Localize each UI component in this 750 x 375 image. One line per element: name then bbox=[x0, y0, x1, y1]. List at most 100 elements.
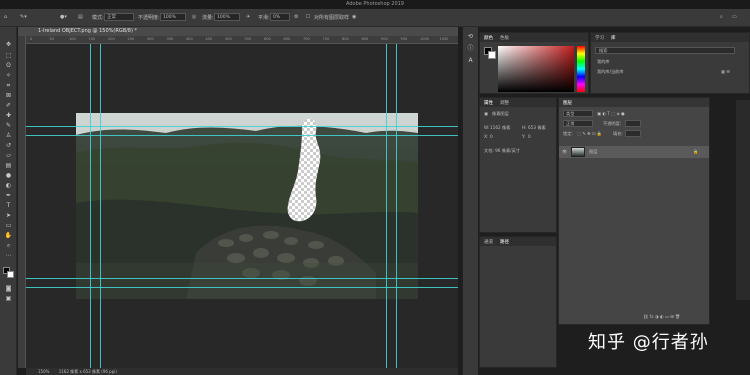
w-value[interactable]: 1162 像素 bbox=[490, 125, 510, 131]
guide-vertical[interactable] bbox=[100, 44, 101, 368]
more-tools-icon[interactable]: ⋯ bbox=[4, 252, 13, 259]
lock-icons[interactable]: ⬚ ✎ ✥ ⊡ 🔒 bbox=[577, 131, 602, 137]
dodge-tool-icon[interactable]: ◐ bbox=[4, 182, 13, 189]
tab-libraries[interactable]: 库 bbox=[611, 35, 616, 41]
zoom-level[interactable]: 150% bbox=[38, 369, 49, 374]
workspace-icon[interactable]: ▭ bbox=[732, 14, 737, 20]
tab-paths[interactable]: 路径 bbox=[500, 239, 509, 245]
layer-row[interactable]: 👁 图层 🔒 bbox=[559, 146, 709, 158]
color-panel: 颜色 色板 bbox=[479, 32, 589, 94]
eraser-tool-icon[interactable]: ▱ bbox=[4, 152, 13, 159]
pen-tool-icon[interactable]: ✒ bbox=[4, 192, 13, 199]
pressure-opacity-icon[interactable]: ◎ bbox=[192, 14, 196, 20]
fill-input[interactable] bbox=[625, 130, 641, 137]
tab-swatches[interactable]: 色板 bbox=[500, 35, 509, 41]
smooth-options-icon[interactable]: ⚙ bbox=[294, 14, 298, 20]
lasso-tool-icon[interactable]: ʘ bbox=[4, 62, 13, 69]
search-icon[interactable]: ⌕ bbox=[720, 14, 723, 20]
brush-preset-icon[interactable]: ●▾ bbox=[60, 14, 67, 20]
character-icon[interactable]: A bbox=[466, 57, 475, 64]
pressure-size-icon[interactable]: ◉ bbox=[352, 14, 356, 20]
layers-panel-title[interactable]: 图层 bbox=[563, 100, 572, 106]
crop-tool-icon[interactable]: ⌗ bbox=[4, 82, 13, 89]
flow-input[interactable]: 100% bbox=[214, 13, 240, 21]
properties-panel: 属性 调整 ▣ 像素图层 W: 1162 像素 H: 653 像素 X: 0 Y… bbox=[479, 97, 557, 233]
screen-mode-icon[interactable]: ▣ bbox=[4, 295, 13, 302]
vertical-ruler[interactable] bbox=[18, 36, 26, 368]
frame-tool-icon[interactable]: ⊠ bbox=[4, 92, 13, 99]
x-value[interactable]: 0 bbox=[490, 134, 493, 139]
guide-horizontal[interactable] bbox=[26, 287, 458, 288]
ruler-tick-label: 750 bbox=[322, 37, 330, 41]
layer-filter-icons[interactable]: ▣ ◐ T ⬚ ◈ ● bbox=[597, 111, 625, 116]
layer-name[interactable]: 图层 bbox=[589, 149, 597, 155]
ruler-tick-label: 1000 bbox=[420, 37, 429, 41]
eyedropper-tool-icon[interactable]: ✐ bbox=[4, 102, 13, 109]
ruler-tick-label: 400 bbox=[186, 37, 193, 41]
h-value[interactable]: 653 像素 bbox=[528, 125, 546, 131]
airbrush-icon[interactable]: ✈ bbox=[246, 14, 250, 20]
ruler-tick-label: 50 bbox=[49, 37, 54, 41]
ruler-tick-label: 950 bbox=[400, 37, 408, 41]
collapsed-panel-dock: ⟲ ⓘ A bbox=[462, 27, 478, 375]
tab-channels[interactable]: 通道 bbox=[484, 239, 493, 245]
guide-horizontal[interactable] bbox=[26, 135, 458, 136]
tab-learn[interactable]: 学习 bbox=[595, 35, 604, 41]
bg-color-swatch[interactable] bbox=[488, 51, 496, 59]
history-icon[interactable]: ⟲ bbox=[466, 33, 475, 40]
layer-opacity-label: 不透明度: bbox=[603, 121, 622, 126]
document-info[interactable]: 1162 像素 x 653 像素 (96 ppi) bbox=[59, 369, 117, 374]
guide-vertical[interactable] bbox=[90, 44, 91, 368]
guide-vertical[interactable] bbox=[396, 44, 397, 368]
hue-slider[interactable] bbox=[577, 46, 585, 92]
canvas-image[interactable] bbox=[76, 113, 418, 299]
sample-all-checkbox[interactable]: ☐ bbox=[306, 14, 310, 20]
info-icon[interactable]: ⓘ bbox=[466, 45, 475, 52]
layer-opacity-input[interactable] bbox=[625, 120, 641, 127]
layer-footer-icons[interactable]: ⛓ fx ◑ ◐ ▭ ⊞ 🗑 bbox=[643, 314, 680, 320]
toggle-brush-panel-icon[interactable]: ▤ bbox=[78, 14, 83, 20]
zoom-tool-icon[interactable]: ⌕ bbox=[4, 242, 13, 249]
document-tab[interactable]: 1-Ireland OBJECT.png @ 150%(RGB/8) * bbox=[18, 27, 458, 36]
visibility-eye-icon[interactable]: 👁 bbox=[562, 149, 567, 155]
brush-tool-icon[interactable]: ✎▾ bbox=[20, 14, 27, 20]
hand-tool-icon[interactable]: ✋ bbox=[4, 232, 13, 239]
y-value[interactable]: 0 bbox=[528, 134, 531, 139]
layers-panel: 图层 类型 ▣ ◐ T ⬚ ◈ ● 正常 不透明度: 锁定: ⬚ ✎ ✥ ⊡ 🔒… bbox=[558, 97, 710, 325]
guide-vertical[interactable] bbox=[386, 44, 387, 368]
gradient-tool-icon[interactable]: ▤ bbox=[4, 162, 13, 169]
grid-view-icon[interactable]: ▦ ☰ bbox=[721, 69, 730, 74]
tab-color[interactable]: 颜色 bbox=[484, 35, 493, 41]
clone-stamp-icon[interactable]: ♙ bbox=[4, 132, 13, 139]
history-brush-icon[interactable]: ↺ bbox=[4, 142, 13, 149]
library-search-input[interactable]: 搜索 bbox=[595, 47, 735, 54]
blend-mode-select[interactable]: 正常 bbox=[563, 120, 593, 127]
rectangle-tool-icon[interactable]: ▭ bbox=[4, 222, 13, 229]
marquee-tool-icon[interactable]: ⬚ bbox=[4, 52, 13, 59]
ruler-tick-label: 700 bbox=[303, 37, 310, 41]
guide-horizontal[interactable] bbox=[26, 126, 458, 127]
path-select-icon[interactable]: ➤ bbox=[4, 212, 13, 219]
background-color-swatch[interactable] bbox=[7, 271, 14, 278]
app-title: Adobe Photoshop 2019 bbox=[346, 1, 404, 7]
tab-adjustments[interactable]: 调整 bbox=[500, 100, 509, 106]
home-icon[interactable]: ⌂ bbox=[4, 14, 7, 20]
layer-kind-filter[interactable]: 类型 bbox=[563, 110, 593, 117]
blur-tool-icon[interactable]: ● bbox=[4, 172, 13, 179]
library-dropdown[interactable]: 我的库/当前库 bbox=[597, 69, 624, 75]
quick-select-icon[interactable]: ✧ bbox=[4, 72, 13, 79]
color-field[interactable] bbox=[498, 46, 574, 92]
opacity-input[interactable]: 100% bbox=[160, 13, 186, 21]
type-tool-icon[interactable]: T bbox=[4, 202, 13, 209]
quick-mask-icon[interactable]: ◙ bbox=[4, 285, 13, 292]
document-tab-title: 1-Ireland OBJECT.png @ 150%(RGB/8) * bbox=[38, 28, 138, 34]
brush-tool-icon[interactable]: ✎ bbox=[4, 122, 13, 129]
mode-select[interactable]: 正常 bbox=[104, 13, 134, 21]
move-tool-icon[interactable]: ✥ bbox=[4, 41, 13, 48]
smooth-input[interactable]: 0% bbox=[270, 13, 290, 21]
horizontal-ruler[interactable]: 0 50 100 150 200 250 300 350 400 450 500 550 600 650 7… bbox=[26, 36, 458, 44]
guide-horizontal[interactable] bbox=[26, 278, 458, 279]
healing-brush-icon[interactable]: ✚ bbox=[4, 112, 13, 119]
ruler-tick-label: 600 bbox=[264, 37, 271, 41]
tab-properties[interactable]: 属性 bbox=[484, 100, 493, 106]
